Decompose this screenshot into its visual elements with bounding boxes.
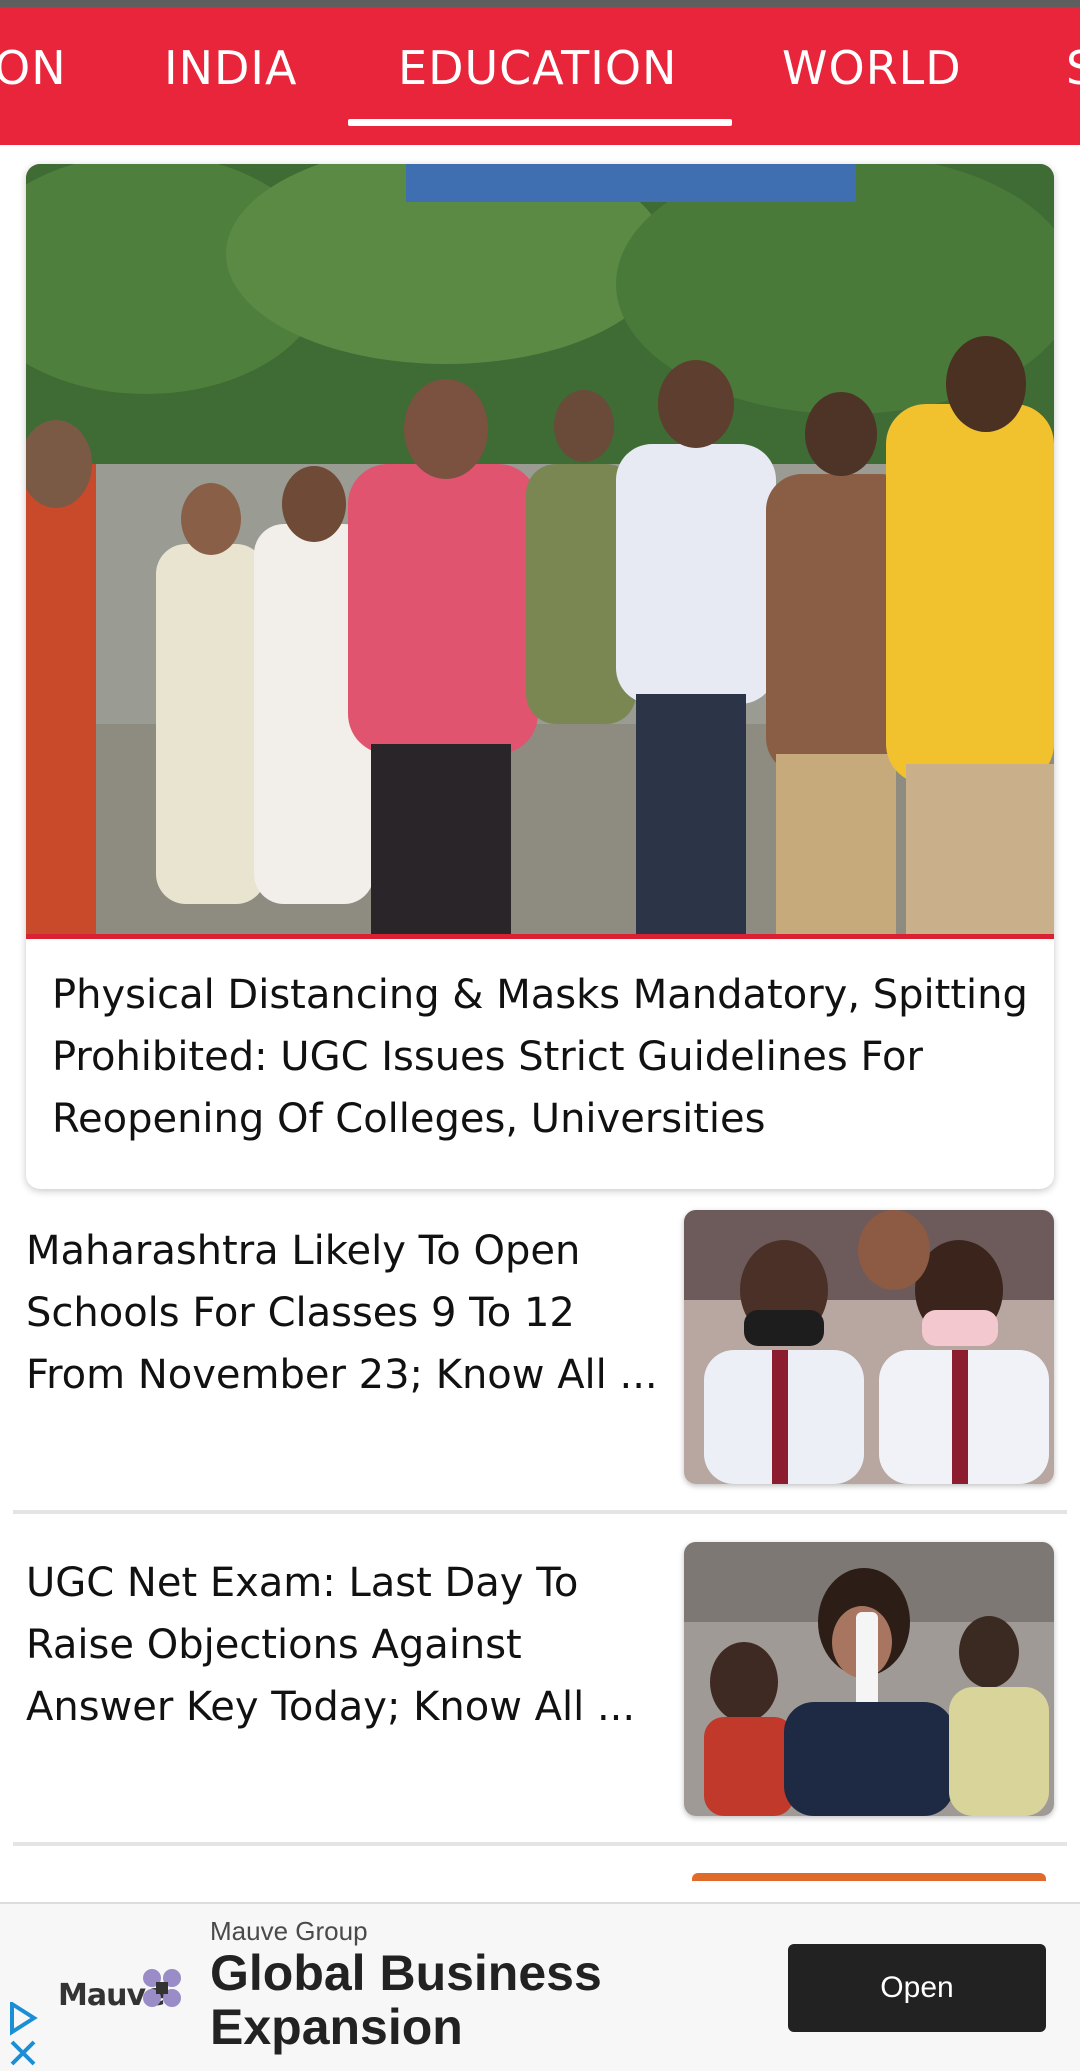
list-item[interactable]: UGC Net Exam: Last Day To Raise Objectio… — [0, 1542, 1080, 1842]
tab-world[interactable]: WORLD — [782, 31, 962, 105]
list-item[interactable]: Maharashtra Likely To Open Schools For C… — [0, 1210, 1080, 1510]
schoolgirls-masks-photo[interactable] — [684, 1210, 1054, 1484]
students-queue-photo — [26, 164, 1054, 934]
ad-banner[interactable]: Mauve Mauve Group Global Business Expans… — [0, 1902, 1080, 2071]
ad-sponsor-name: Mauve Group — [210, 1916, 368, 1946]
tab-india[interactable]: INDIA — [164, 31, 297, 105]
story-divider — [13, 1842, 1067, 1846]
tab-selected-indicator — [348, 119, 732, 126]
tab-education[interactable]: EDUCATION — [398, 31, 677, 105]
story-divider — [13, 1510, 1067, 1514]
story-title[interactable]: UGC Net Exam: Last Day To Raise Objectio… — [26, 1552, 666, 1738]
featured-story-title[interactable]: Physical Distancing & Masks Mandatory, S… — [52, 964, 1042, 1150]
tab-partial[interactable]: S — [1066, 31, 1080, 105]
open-button[interactable]: Open — [788, 1944, 1046, 2032]
story-title[interactable]: Maharashtra Likely To Open Schools For C… — [26, 1220, 666, 1406]
ad-headline[interactable]: Global Business Expansion — [210, 1946, 750, 2054]
student-exam-paper-photo[interactable] — [684, 1542, 1054, 1816]
category-tab-bar: ON INDIA EDUCATION WORLD S — [0, 7, 1080, 145]
featured-story-card[interactable]: Physical Distancing & Masks Mandatory, S… — [26, 164, 1054, 1189]
adchoices-icon[interactable] — [6, 2000, 40, 2071]
tab-on[interactable]: ON — [0, 31, 67, 105]
next-story-thumb-peek — [692, 1873, 1046, 1881]
mauve-logo: Mauve — [58, 1964, 188, 2024]
status-strip — [0, 0, 1080, 7]
hero-accent-line — [26, 934, 1054, 939]
